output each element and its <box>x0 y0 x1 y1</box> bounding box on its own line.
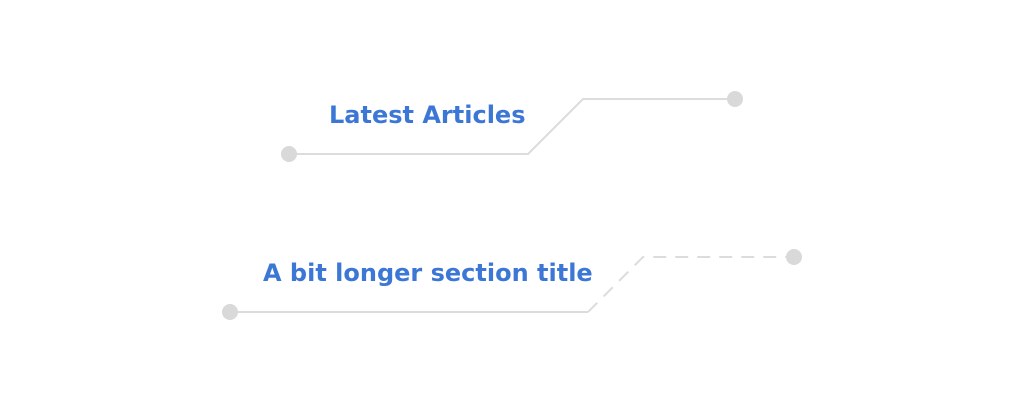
connector-start-dot <box>222 304 238 320</box>
connector-dashed-segment <box>587 256 794 313</box>
section-heading-longer-title: A bit longer section title <box>0 0 1024 412</box>
connector-end-dot <box>786 249 802 265</box>
section-title: A bit longer section title <box>263 259 593 287</box>
heading-connector-line <box>222 249 802 320</box>
